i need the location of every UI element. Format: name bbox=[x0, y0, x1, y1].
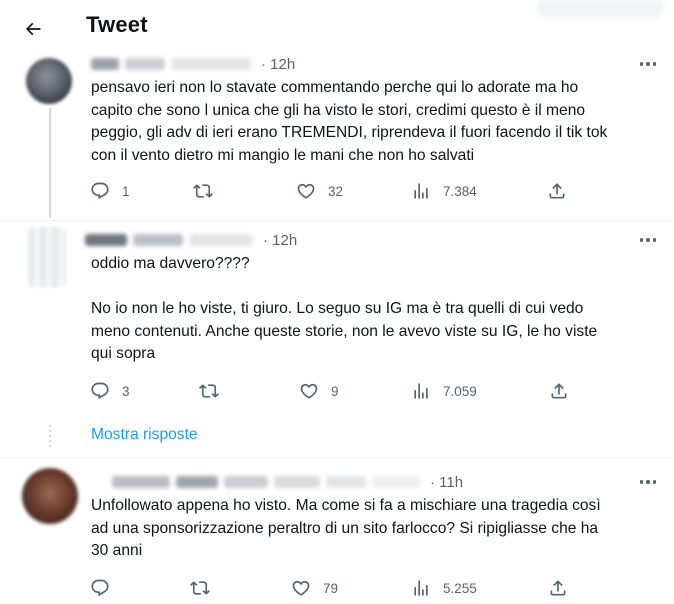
blurred-author-name[interactable] bbox=[85, 234, 127, 246]
blurred-author-handle bbox=[189, 234, 253, 246]
like-count: 79 bbox=[323, 580, 339, 596]
blurred-author-handle bbox=[224, 476, 268, 488]
reply-button[interactable]: 1 bbox=[90, 179, 130, 203]
views-chart-icon bbox=[414, 580, 428, 596]
view-count: 7.384 bbox=[443, 183, 477, 199]
blurred-author-name[interactable] bbox=[176, 476, 218, 488]
show-replies-link[interactable]: Mostra risposte bbox=[91, 426, 198, 444]
tweet-text: Unfollowato appena ho visto. Ma come si … bbox=[91, 497, 601, 560]
thread-connector bbox=[49, 425, 51, 455]
reply-icon bbox=[91, 382, 109, 400]
tweet-time[interactable]: · 12h bbox=[261, 56, 295, 73]
retweet-icon bbox=[190, 581, 210, 595]
reply-icon bbox=[91, 579, 109, 597]
blurred-author-handle bbox=[326, 476, 366, 488]
view-count: 5.255 bbox=[443, 580, 477, 596]
reply-tweet[interactable]: · 11h Unfollowato appena ho visto. Ma co… bbox=[0, 458, 674, 604]
retweet-button[interactable] bbox=[190, 576, 222, 600]
reply-icon bbox=[91, 182, 109, 200]
views-button[interactable]: 7.059 bbox=[411, 379, 477, 403]
views-button[interactable]: 5.255 bbox=[411, 576, 477, 600]
blurred-author-name[interactable] bbox=[112, 476, 170, 488]
tweet-text: oddio ma davvero???? No io non le ho vis… bbox=[91, 255, 598, 363]
tweet-actions: 79 5.255 bbox=[80, 576, 590, 600]
avatar[interactable] bbox=[22, 468, 78, 524]
like-count: 9 bbox=[331, 383, 339, 399]
reply-count: 3 bbox=[122, 383, 130, 399]
reply-tweet[interactable]: · 12h oddio ma davvero???? No io non le … bbox=[0, 221, 674, 457]
share-icon bbox=[551, 383, 567, 399]
avatar[interactable] bbox=[26, 58, 72, 104]
heart-icon bbox=[300, 383, 318, 399]
blurred-author-handle[interactable] bbox=[133, 234, 183, 246]
reply-button[interactable] bbox=[90, 576, 122, 600]
like-button[interactable]: 32 bbox=[296, 179, 343, 203]
tweet-text: pensavo ieri non lo stavate commentando … bbox=[91, 79, 608, 164]
share-icon bbox=[549, 183, 565, 199]
like-count: 32 bbox=[328, 183, 344, 199]
reply-tweet[interactable]: · 12h pensavo ieri non lo stavate commen… bbox=[0, 0, 674, 220]
views-chart-icon bbox=[414, 383, 428, 399]
tweet-author-row: · 12h bbox=[85, 230, 297, 250]
like-button[interactable]: 9 bbox=[299, 379, 339, 403]
more-options-button[interactable] bbox=[634, 472, 662, 492]
tweet-author-row: · 11h bbox=[112, 472, 463, 492]
heart-icon bbox=[292, 580, 310, 596]
retweet-button[interactable] bbox=[193, 179, 225, 203]
views-button[interactable]: 7.384 bbox=[411, 179, 477, 203]
view-count: 7.059 bbox=[443, 383, 477, 399]
retweet-button[interactable] bbox=[199, 379, 231, 403]
blurred-author-handle[interactable] bbox=[125, 58, 165, 70]
share-button[interactable] bbox=[548, 576, 568, 600]
reply-button[interactable]: 3 bbox=[90, 379, 130, 403]
more-options-button[interactable] bbox=[634, 54, 662, 74]
views-chart-icon bbox=[414, 183, 428, 199]
more-options-button[interactable] bbox=[634, 230, 662, 250]
retweet-icon bbox=[193, 184, 213, 198]
blurred-author-handle bbox=[171, 58, 251, 70]
tweet-actions: 1 32 7.384 bbox=[80, 179, 590, 203]
retweet-icon bbox=[199, 384, 219, 398]
tweet-actions: 3 9 7.059 bbox=[80, 379, 590, 403]
tweet-time[interactable]: · 11h bbox=[430, 474, 463, 491]
thread-line bbox=[49, 108, 51, 218]
share-icon bbox=[550, 580, 566, 596]
avatar[interactable] bbox=[28, 227, 66, 287]
reply-count: 1 bbox=[122, 183, 130, 199]
tweet-author-row: · 12h bbox=[91, 54, 295, 74]
blurred-author-name[interactable] bbox=[91, 58, 119, 70]
blurred-author-handle bbox=[274, 476, 320, 488]
blurred-author-handle bbox=[372, 476, 420, 488]
heart-icon bbox=[297, 183, 315, 199]
like-button[interactable]: 79 bbox=[291, 576, 338, 600]
tweet-time[interactable]: · 12h bbox=[263, 232, 297, 249]
share-button[interactable] bbox=[547, 179, 567, 203]
share-button[interactable] bbox=[549, 379, 569, 403]
